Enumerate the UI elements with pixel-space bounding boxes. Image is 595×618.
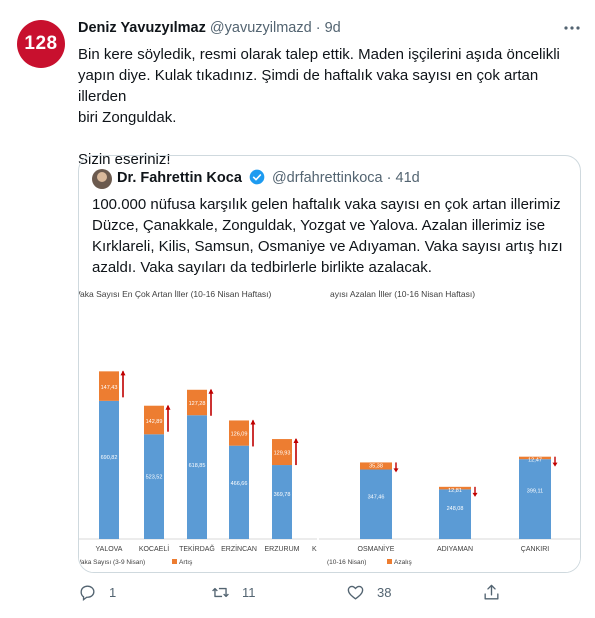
quoted-author-name[interactable]: Dr. Fahrettin Koca (117, 170, 242, 186)
legend-base-label: (10-16 Nisan) (327, 559, 366, 566)
reply-count: 1 (109, 585, 117, 600)
like-count: 38 (377, 585, 392, 600)
legend-base-label: Vaka Sayısı (3-9 Nisan) (79, 559, 145, 566)
category-label: ADIYAMAN (437, 546, 473, 553)
quoted-avatar[interactable] (92, 169, 112, 189)
chart-title: ayısı Azalan İller (10-16 Nisan Haftası) (330, 289, 475, 299)
bar-base-label: 399,11 (527, 489, 543, 495)
quoted-text-line: Kırklareli, Kilis, Samsun, Osmaniye ve A… (92, 238, 563, 255)
bar-base-label: 347,46 (368, 495, 385, 501)
charts-svg: Vaka Sayısı En Çok Artan İller (10-16 Ni… (79, 279, 580, 572)
tweet-text-line: biri Zonguldak. (78, 109, 177, 126)
bar-base-label: 248,08 (447, 506, 464, 512)
tweet-header: Deniz Yavuzyılmaz @yavuzyilmazd · 9d (78, 20, 341, 36)
like-button[interactable]: 38 (346, 583, 391, 602)
bar-change-label: 147,43 (101, 385, 118, 391)
verified-badge-icon (249, 169, 265, 185)
quoted-author-handle[interactable]: @drfahrettinkoca (272, 170, 383, 186)
category-label: TEKİRDAĞ (179, 544, 215, 553)
legend-change-label: Azalış (394, 559, 412, 566)
bar-base-label: 618,85 (189, 463, 206, 469)
share-button[interactable] (482, 583, 501, 602)
retweet-icon (212, 587, 229, 598)
quoted-time[interactable]: 41d (396, 170, 420, 186)
heart-icon (347, 585, 364, 600)
category-label: ERZURUM (265, 546, 300, 553)
chart-title: Vaka Sayısı En Çok Artan İller (10-16 Ni… (79, 289, 272, 299)
quoted-header: Dr. Fahrettin Koca @drfahrettinkoca · 41… (117, 169, 420, 186)
bar-base (229, 445, 249, 539)
category-label: OSMANİYE (358, 544, 395, 553)
avatar[interactable]: 128 (17, 20, 65, 68)
retweet-count: 11 (242, 585, 256, 600)
bar-base (360, 469, 392, 539)
chart-image[interactable]: Vaka Sayısı En Çok Artan İller (10-16 Ni… (79, 279, 580, 572)
bar-base (99, 400, 119, 539)
retweet-button[interactable]: 11 (211, 583, 256, 602)
tweet-text: Bin kere söyledik, resmi olarak talep et… (78, 44, 568, 170)
reply-icon (80, 585, 95, 601)
bar-change-label: 35,38 (369, 463, 383, 469)
bar-base-label: 690,82 (101, 455, 118, 461)
legend-change-swatch (387, 559, 392, 564)
reply-button[interactable]: 1 (78, 583, 116, 602)
bar-base (519, 459, 551, 539)
bar-base-label: 369,78 (274, 492, 291, 498)
share-icon (484, 584, 499, 600)
legend-change-label: Artış (179, 559, 193, 566)
category-label: KOCAELİ (139, 544, 169, 553)
bar-change-label: 126,09 (231, 432, 248, 438)
quoted-text-line: Düzce, Çanakkale, Zonguldak, Yozgat ve Y… (92, 217, 546, 234)
separator-dot: · (315, 20, 321, 36)
quoted-tweet[interactable]: Dr. Fahrettin Koca @drfahrettinkoca · 41… (78, 155, 581, 573)
category-label-cut: K (312, 546, 317, 553)
separator-dot: · (386, 170, 392, 186)
bar-base (439, 489, 471, 539)
tweet[interactable]: 128 Deniz Yavuzyılmaz @yavuzyilmazd · 9d… (0, 0, 595, 618)
quoted-text: 100.000 nüfusa karşılık gelen haftalık v… (92, 194, 570, 278)
bar-change-label: 12,47 (528, 458, 542, 464)
tweet-text-line: Bin kere söyledik, resmi olarak talep et… (78, 46, 560, 63)
bar-base-label: 523,52 (146, 474, 163, 480)
tweet-text-line: yapın diye. Kulak tıkadınız. Şimdi de ha… (78, 67, 539, 105)
bar-base (187, 415, 207, 539)
category-label: ERZİNCAN (221, 544, 257, 553)
author-handle[interactable]: @yavuzyilmazd (210, 20, 312, 36)
author-name[interactable]: Deniz Yavuzyılmaz (78, 20, 206, 36)
bar-base (144, 434, 164, 539)
bar-change-label: 12,81 (448, 488, 462, 494)
tweet-actions: 1 11 38 (78, 583, 558, 607)
bar-base (272, 465, 292, 539)
quoted-text-line: azaldı. Vaka sayıları da tedbirlerle bir… (92, 259, 432, 276)
bar-change-label: 129,93 (274, 451, 291, 457)
category-label: ÇANKIRI (521, 546, 549, 553)
more-options-icon[interactable] (562, 18, 582, 38)
legend-change-swatch (172, 559, 177, 564)
bar-base-label: 466,66 (231, 481, 248, 487)
category-label: YALOVA (96, 546, 123, 553)
tweet-time[interactable]: 9d (325, 20, 341, 36)
bar-change-label: 142,89 (146, 419, 163, 425)
quoted-text-line: 100.000 nüfusa karşılık gelen haftalık v… (92, 196, 561, 213)
bar-change-label: 127,28 (189, 401, 206, 407)
